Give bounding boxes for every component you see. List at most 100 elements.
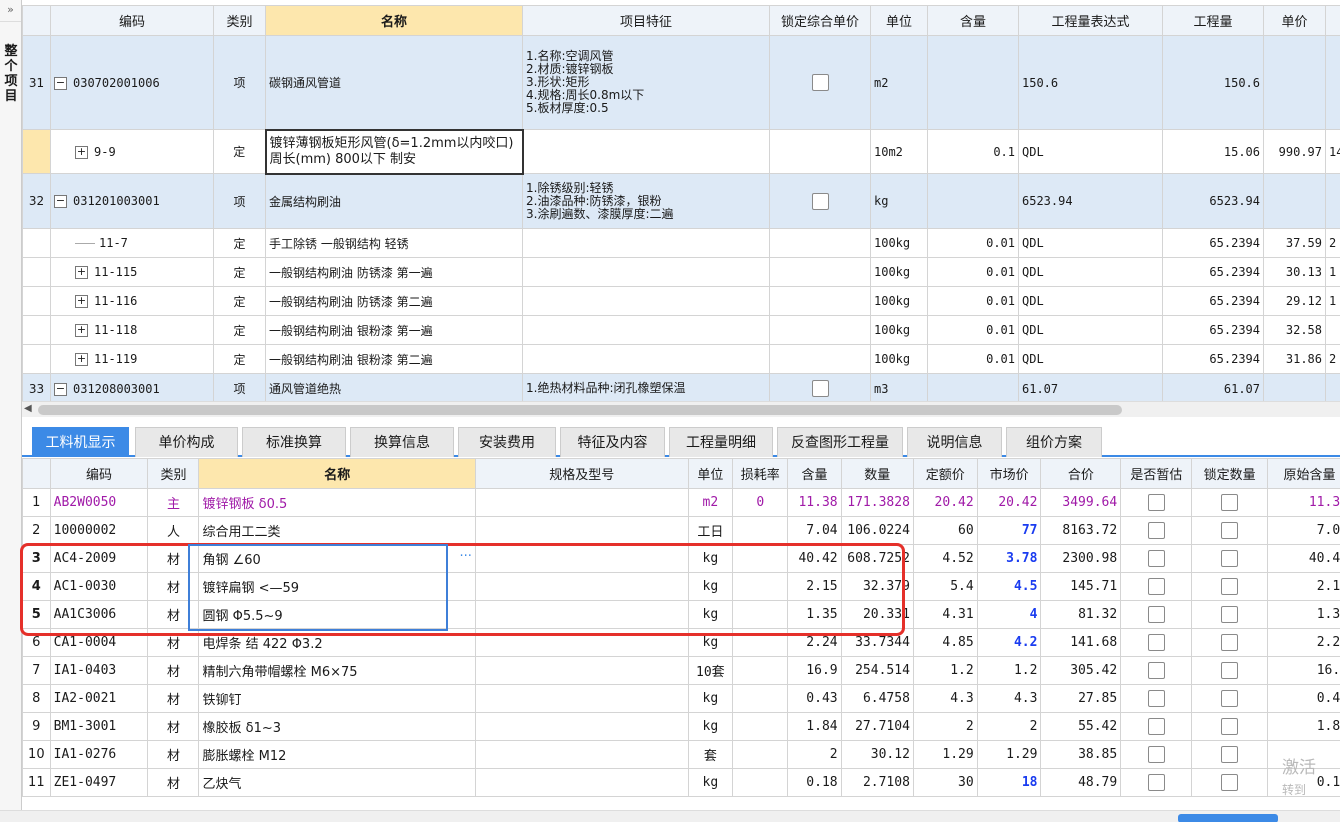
row-code[interactable]: IA2-0021 [49,684,149,713]
row-unit[interactable]: kg [870,173,928,229]
col-code[interactable]: 编码 [50,5,214,36]
row-name[interactable]: 通风管道绝热 [265,373,523,401]
row-unit[interactable]: kg [687,544,734,573]
row-amount[interactable]: 150.6 [1162,35,1264,130]
row-name[interactable]: 金属结构刷油 [265,173,523,229]
row-code[interactable]: 11-7 [99,236,128,250]
row-features[interactable] [522,286,770,316]
row-amount[interactable]: 15.06 [1162,129,1264,174]
row-type[interactable]: 主 [147,488,200,517]
lock-count-checkbox[interactable] [1221,578,1239,595]
row-code[interactable]: ZE1-0497 [49,768,149,797]
col-market-price[interactable]: 市场价 [976,458,1042,489]
row-unit[interactable]: 100kg [870,315,928,345]
row-type[interactable]: 材 [147,628,200,657]
row-amount[interactable]: 61.07 [1162,373,1264,401]
row-market-price[interactable]: 4.2 [976,628,1042,657]
row-content[interactable]: 11.38 [787,488,842,517]
status-button[interactable] [1178,814,1278,822]
row-market-price[interactable]: 1.29 [976,740,1042,769]
provisional-checkbox[interactable] [1147,522,1165,539]
row-content[interactable]: 2 [787,740,842,769]
expand-icon[interactable]: + [75,295,88,308]
row-price[interactable] [1263,373,1326,401]
row-name[interactable]: 一般钢结构刷油 防锈漆 第二遍 [265,286,523,316]
row-market-price[interactable]: 4.3 [976,684,1042,713]
col-name[interactable]: 名称 [265,5,523,36]
collapse-icon[interactable]: − [54,382,67,396]
row-count[interactable]: 30.12 [840,740,914,769]
row-type[interactable]: 项 [213,173,266,229]
row-spec[interactable] [474,488,689,517]
col-code[interactable]: 编码 [49,458,149,489]
lock-count-checkbox[interactable] [1221,774,1239,791]
row-amount[interactable]: 65.2394 [1162,315,1264,345]
row-unit[interactable]: m2 [687,488,734,517]
row-code[interactable]: 9-9 [94,145,116,159]
row-content[interactable]: 2.24 [787,628,842,657]
row-code[interactable]: CA1-0004 [49,628,149,657]
col-loss[interactable]: 损耗率 [732,458,789,489]
row-unit[interactable]: m3 [870,373,928,401]
provisional-checkbox[interactable] [1147,494,1165,511]
row-name[interactable]: 一般钢结构刷油 防锈漆 第一遍 [265,257,523,287]
row-original-content[interactable]: 2.15 [1266,572,1340,601]
row-loss[interactable] [732,544,789,573]
row-total[interactable]: 3499.64 [1040,488,1122,517]
row-type[interactable]: 材 [147,740,200,769]
row-content[interactable] [927,373,1019,401]
provisional-checkbox[interactable] [1147,662,1165,679]
row-code[interactable]: AC4-2009 [49,544,149,573]
row-name[interactable]: 镀锌钢板 δ0.5 [198,488,476,517]
tab-pricing-scheme[interactable]: 组价方案 [1006,427,1102,457]
resource-row[interactable]: 7 IA1-0403 材精制六角带帽螺栓 M6×75 10套 16.9 254.514 1.… [22,656,1340,685]
row-lock-price[interactable] [769,129,871,174]
row-original-content[interactable]: 11.38 [1266,488,1340,517]
row-count[interactable]: 171.3828 [840,488,914,517]
row-code[interactable]: IA1-0403 [49,656,149,685]
row-features[interactable] [522,344,770,374]
row-name[interactable]: 膨胀螺栓 M12 [198,740,476,769]
lock-count-checkbox[interactable] [1221,522,1239,539]
row-unit[interactable]: 100kg [870,257,928,287]
row-loss[interactable] [732,572,789,601]
row-type[interactable]: 材 [147,572,200,601]
row-expr[interactable]: QDL [1018,129,1163,174]
row-loss[interactable] [732,684,789,713]
row-price[interactable]: 37.59 [1263,228,1326,258]
row-content[interactable]: 1.35 [787,600,842,629]
row-type[interactable]: 定 [213,315,266,345]
row-spec[interactable] [474,628,689,657]
resource-row[interactable]: 4 AC1-0030 材镀锌扁钢 <—59 kg 2.15 32.379 5.4 4.5 145… [22,572,1340,601]
col-quota-price[interactable]: 定额价 [912,458,978,489]
tab-reverse-graphic-quantity[interactable]: 反查图形工程量 [777,427,903,457]
row-name[interactable]: 一般钢结构刷油 银粉漆 第二遍 [265,344,523,374]
expand-chevron-icon[interactable]: » [0,0,21,22]
col-amount[interactable]: 工程量 [1162,5,1264,36]
row-code[interactable]: 030702001006 [73,76,160,90]
row-original-content[interactable]: 40.42 [1266,544,1340,573]
row-type[interactable]: 定 [213,286,266,316]
row-name[interactable]: 镀锌扁钢 <—59 [198,572,476,601]
row-loss[interactable] [732,600,789,629]
resource-row[interactable]: 1 AB2W0050 主镀锌钢板 δ0.5 m2 0 11.38 171.3828 20.42… [22,488,1340,517]
row-name[interactable]: 橡胶板 δ1~3 [198,712,476,741]
col-spec[interactable]: 规格及型号 [474,458,689,489]
provisional-checkbox[interactable] [1147,606,1165,623]
lock-price-checkbox[interactable] [811,380,829,397]
row-market-price[interactable]: 4 [976,600,1042,629]
col-content[interactable]: 含量 [787,458,842,489]
row-code[interactable]: 11-118 [94,323,137,337]
row-code[interactable]: BM1-3001 [49,712,149,741]
row-lock-price[interactable] [769,344,871,374]
tab-quantity-detail[interactable]: 工程量明细 [669,427,773,457]
row-name[interactable]: 圆钢 Φ5.5~9 [198,600,476,629]
col-lock-count[interactable]: 锁定数量 [1191,458,1268,489]
row-quota-price[interactable]: 20.42 [912,488,978,517]
row-unit[interactable]: 100kg [870,286,928,316]
lock-count-checkbox[interactable] [1221,634,1239,651]
row-name[interactable]: 镀锌薄钢板矩形风管(δ=1.2mm以内咬口)周长(mm) 800以下 制安 [264,128,524,175]
resource-row[interactable]: 5 AA1C3006 材圆钢 Φ5.5~9 kg 1.35 20.331 4.31 4 81.3… [22,600,1340,629]
row-total[interactable]: 55.42 [1040,712,1122,741]
expand-icon[interactable]: + [75,266,88,279]
